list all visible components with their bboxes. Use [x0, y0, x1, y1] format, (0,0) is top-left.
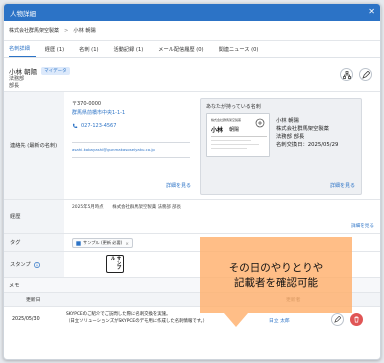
close-icon[interactable]: ✕	[368, 7, 375, 17]
breadcrumb-company[interactable]: 株式会社群馬架空製薬	[9, 27, 59, 34]
tab-mail-history[interactable]: メール配信履歴 (0)	[158, 46, 209, 57]
card-line	[211, 148, 247, 149]
trash-icon	[354, 316, 359, 323]
person-name: 小林 朝陽	[9, 68, 38, 76]
card-line	[211, 144, 259, 145]
career-entry: 2025年5月時点 株式会社群馬架空製薬 法務部 部長	[72, 205, 181, 210]
callout-annotation: その日のやりとりや 記載者を確認可能	[200, 237, 352, 327]
activity-date: 2025/05/30	[12, 317, 40, 322]
phone-icon	[72, 123, 78, 129]
contact-label: 連絡先 (最新の名刺)	[4, 92, 64, 199]
tab-news[interactable]: 関連ニュース (0)	[219, 46, 265, 57]
memo-edit-button[interactable]	[331, 313, 344, 326]
card-dept: 法務部 部長	[276, 134, 305, 140]
card-name: 小林 朝陽	[276, 118, 299, 124]
window-title: 人物詳細	[10, 9, 36, 18]
business-card-panel: あなたが持っている名刺 株式会社群馬架空製薬 小林 朝陽 小林 朝陽 株式会社群…	[200, 98, 362, 195]
contact-detail-link[interactable]: 詳細を見る	[166, 182, 191, 189]
card-line	[211, 140, 251, 141]
person-position: 部長	[9, 83, 20, 89]
contact-row: 連絡先 (最新の名刺) 〒370-0000 群馬県前橋市中央1-1-1 027-…	[4, 92, 380, 200]
tag-chip[interactable]: サンプル (更新 必要) ×	[72, 238, 133, 248]
tab-career[interactable]: 経歴 (1)	[45, 46, 70, 57]
tag-remove-icon[interactable]: ×	[125, 241, 129, 246]
mydata-badge: マイデータ	[41, 67, 70, 75]
breadcrumb-separator: >	[64, 27, 69, 34]
career-content: 2025年5月時点 株式会社群馬架空製薬 法務部 部長 詳細を見る	[64, 200, 380, 233]
activity-memo: SKYPCEのご紹介でご訪問した際に名刺交換を実施。 （日立ソリューションズがS…	[66, 312, 207, 325]
callout-line1: その日のやりとりや	[228, 262, 324, 274]
card-exchange-date: 名刺交換日：2025/05/29	[276, 142, 339, 148]
tag-chip-label: サンプル (更新 必要)	[83, 240, 123, 245]
stamp-label-cell: スタンプ	[4, 252, 64, 277]
title-bar: 人物詳細 ✕	[4, 4, 380, 21]
postal-code: 〒370-0000	[72, 101, 102, 107]
stamp-label: スタンプ	[10, 262, 31, 268]
divider	[72, 142, 190, 143]
career-label: 経歴	[4, 200, 64, 233]
card-image-company: 株式会社群馬架空製薬	[211, 118, 242, 122]
card-logo-icon	[255, 118, 265, 128]
card-line	[211, 136, 267, 137]
memo-label: メモ	[9, 282, 20, 289]
tab-card-detail[interactable]: 名刺詳細	[9, 45, 36, 57]
card-image-given-name: 朝陽	[229, 127, 240, 133]
callout-tail	[224, 313, 248, 327]
activity-memo-line2: （日立ソリューションズがSKYPCEのデモ用に作成した名刺情報です。）	[66, 318, 208, 324]
memo-delete-button[interactable]	[350, 313, 363, 326]
tag-label: タグ	[4, 234, 64, 251]
tab-bar: 名刺詳細 経歴 (1) 名刺 (1) 活動記録 (1) メール配信履歴 (0) …	[4, 41, 380, 58]
info-icon[interactable]	[33, 261, 40, 268]
activity-updater[interactable]: 日立 太郎	[269, 317, 290, 324]
contact-content: 〒370-0000 群馬県前橋市中央1-1-1 027-123-4567 asa…	[64, 92, 380, 199]
email-link[interactable]: asahi.kobayashi@gunmakasoseiyaku.co.jp	[72, 147, 155, 152]
tab-activity[interactable]: 活動記録 (1)	[114, 46, 150, 57]
phone-link[interactable]: 027-123-4567	[81, 123, 116, 129]
breadcrumb-person: 小林 朝陽	[73, 28, 96, 34]
card-caption: あなたが持っている名刺	[206, 104, 261, 110]
pencil-icon	[361, 70, 370, 79]
org-chart-button[interactable]	[340, 68, 353, 81]
business-card-image[interactable]: 株式会社群馬架空製薬 小林 朝陽	[206, 113, 270, 157]
tag-icon	[76, 240, 81, 246]
career-row: 経歴 2025年5月時点 株式会社群馬架空製薬 法務部 部長 詳細を見る	[4, 200, 380, 234]
career-detail-link[interactable]: 詳細を見る	[351, 223, 374, 229]
address-link[interactable]: 群馬県前橋市中央1-1-1	[72, 109, 125, 116]
divider	[72, 157, 190, 158]
callout-line2: 記載者を確認可能	[234, 277, 318, 289]
card-info: 小林 朝陽 株式会社群馬架空製薬 法務部 部長 名刺交換日：2025/05/29	[276, 117, 338, 149]
pencil-icon	[334, 316, 341, 323]
breadcrumb: 株式会社群馬架空製薬 > 小林 朝陽	[4, 21, 380, 41]
edit-button[interactable]	[359, 68, 372, 81]
header-date: 更新日	[26, 298, 41, 303]
person-header: 小林 朝陽 マイデータ 法務部 部長	[4, 58, 380, 92]
card-detail-link[interactable]: 詳細を見る	[330, 182, 355, 189]
card-company: 株式会社群馬架空製薬	[276, 126, 329, 132]
tab-cards[interactable]: 名刺 (1)	[79, 46, 104, 57]
org-chart-icon	[342, 70, 351, 79]
card-image-name: 小林	[211, 127, 224, 134]
person-department: 法務部	[9, 76, 25, 82]
stamp-image[interactable]: サンプル	[106, 255, 124, 273]
